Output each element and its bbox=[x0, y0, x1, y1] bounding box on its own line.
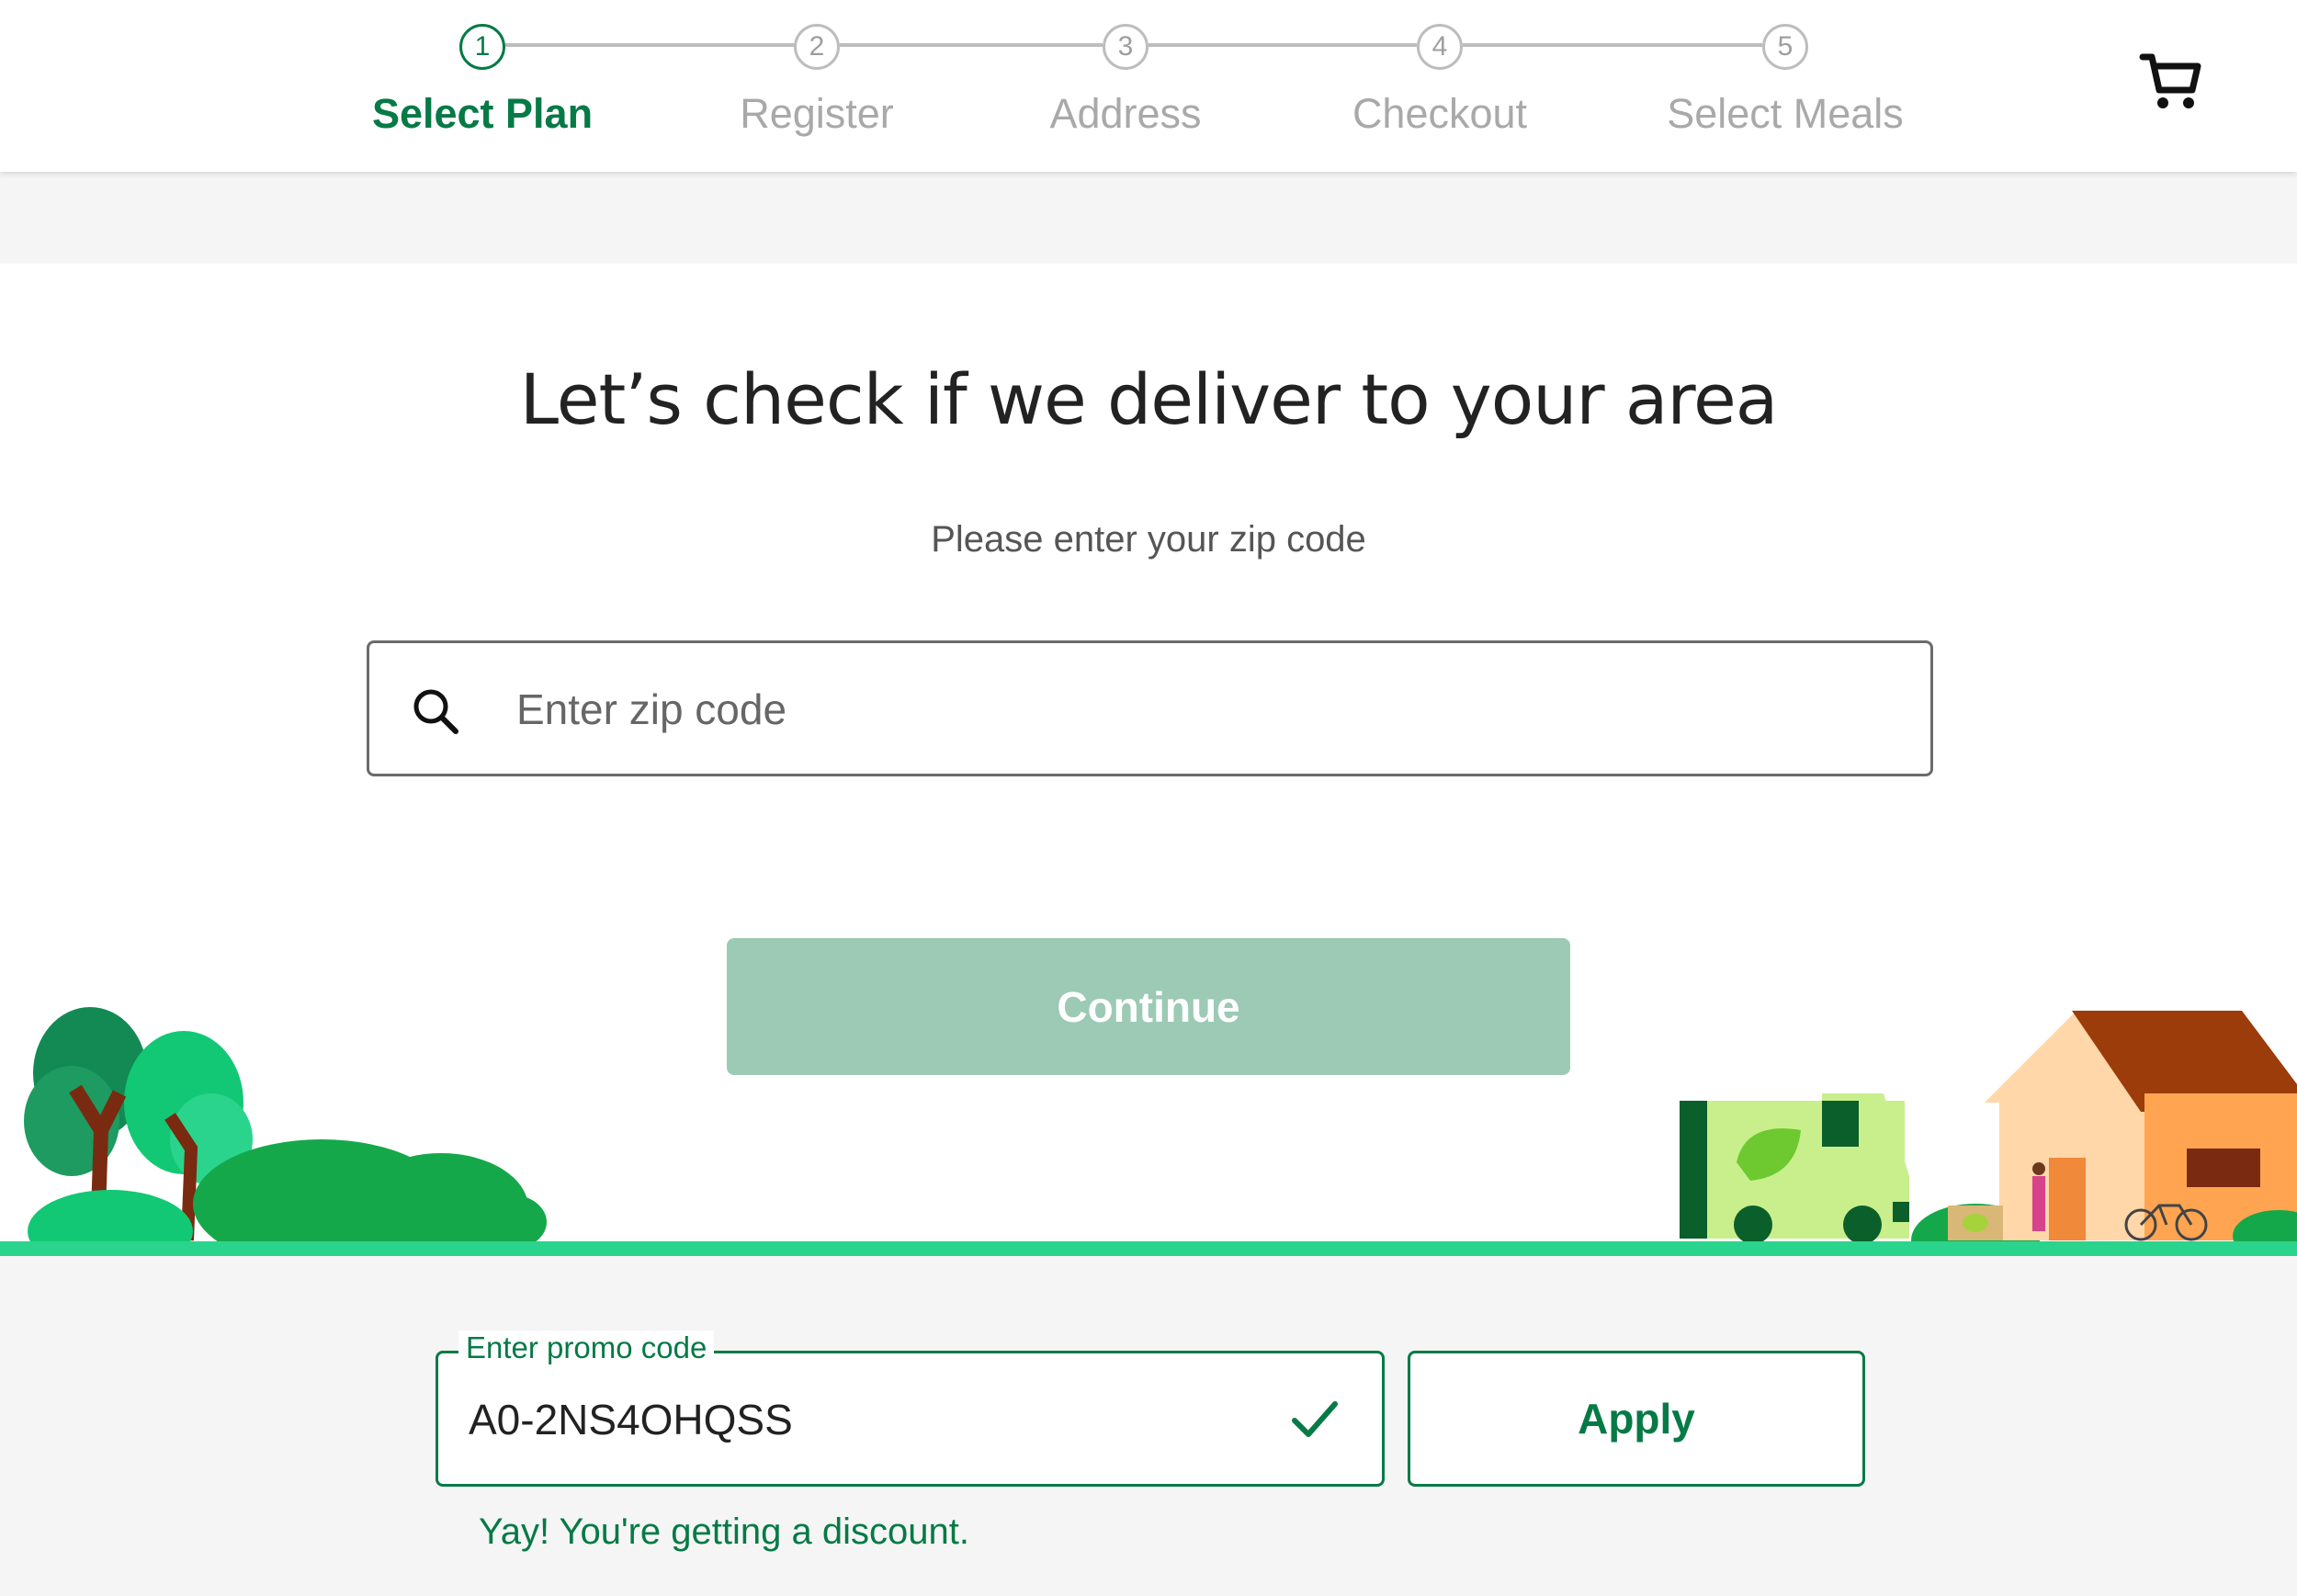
step-connector bbox=[1148, 43, 1417, 47]
promo-success-message: Yay! You're getting a discount. bbox=[479, 1511, 969, 1552]
ground-strip bbox=[0, 1241, 2297, 1256]
step-5-indicator: 5 bbox=[1762, 24, 1808, 70]
zip-code-input[interactable] bbox=[516, 663, 1895, 755]
step-label-select-plan: Select Plan bbox=[371, 90, 594, 137]
spacer-band bbox=[0, 172, 2297, 264]
delivery-illustration bbox=[0, 1007, 2297, 1259]
step-label-select-meals: Select Meals bbox=[1667, 90, 1904, 137]
delivery-van-illustration bbox=[1680, 1093, 1909, 1244]
step-connector bbox=[505, 43, 816, 47]
step-label-register: Register bbox=[740, 90, 894, 137]
promo-code-input[interactable]: A0-2NS4OHQSS bbox=[469, 1395, 793, 1444]
zip-code-field[interactable] bbox=[367, 640, 1933, 776]
step-3-indicator: 3 bbox=[1103, 24, 1148, 70]
step-connector bbox=[1463, 43, 1762, 47]
promo-code-label: Enter promo code bbox=[458, 1330, 715, 1365]
trees-illustration bbox=[24, 1007, 547, 1259]
step-1-indicator: 1 bbox=[459, 24, 505, 70]
apply-promo-button[interactable]: Apply bbox=[1408, 1351, 1865, 1487]
page-subtitle: Please enter your zip code bbox=[931, 519, 1366, 560]
step-2-indicator: 2 bbox=[794, 24, 840, 70]
step-connector bbox=[840, 43, 1103, 47]
search-icon bbox=[413, 689, 458, 734]
check-icon bbox=[1292, 1401, 1338, 1437]
step-4-indicator: 4 bbox=[1417, 24, 1463, 70]
house-illustration bbox=[1911, 1011, 2297, 1259]
step-label-address: Address bbox=[1049, 90, 1202, 137]
page-title: Let’s check if we deliver to your area bbox=[519, 358, 1779, 440]
checkout-header: 1 2 3 4 5 Select Plan Register Address C… bbox=[0, 0, 2297, 172]
step-label-checkout: Checkout bbox=[1352, 90, 1528, 137]
cart-icon[interactable] bbox=[2139, 48, 2205, 114]
